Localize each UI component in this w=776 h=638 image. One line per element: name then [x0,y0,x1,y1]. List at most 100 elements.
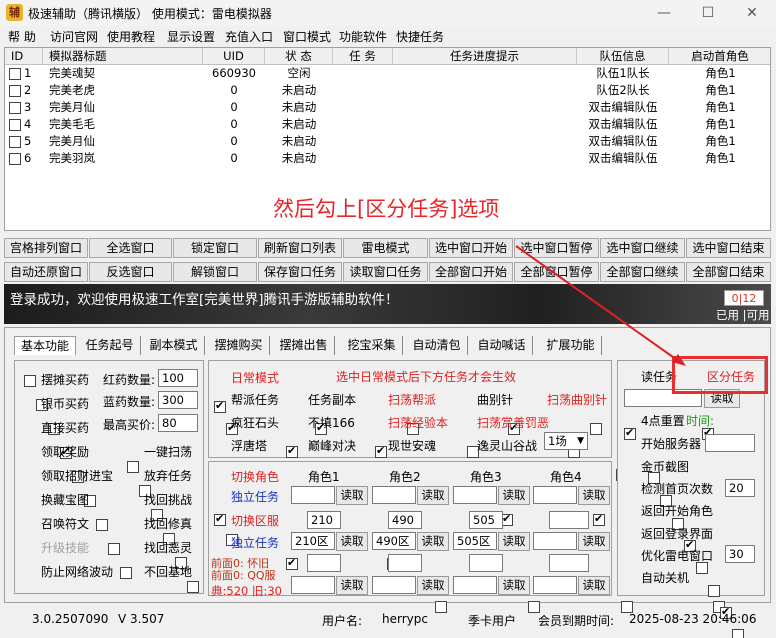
tab-1[interactable]: 任务起号 [79,336,141,355]
cell-id[interactable]: 4 [5,116,43,133]
toolbar-button[interactable]: 雷电模式 [343,238,428,258]
toolbar-button[interactable]: 全部窗口继续 [600,262,685,282]
max-price-input[interactable]: 80 [158,414,198,432]
role-4-input[interactable] [533,486,577,504]
tab-5[interactable]: 挖宝采集 [341,336,403,355]
switch-role-checkbox[interactable] [214,512,226,526]
role-4-read-button[interactable]: 读取 [578,486,610,505]
role-3-input[interactable] [453,486,497,504]
extra-3-input[interactable] [469,554,503,572]
extra-4-input[interactable] [549,554,589,572]
role-2-read-button[interactable]: 读取 [417,486,449,505]
col-title[interactable]: 模拟器标题 [43,48,203,65]
toolbar-button[interactable]: 读取窗口任务 [343,262,428,282]
basic-right-5-checkbox[interactable] [187,580,199,593]
cell-id[interactable]: 2 [5,82,43,99]
table-row[interactable]: 3 完美月仙 0 未启动 双击编辑队伍 角色1 [5,99,770,116]
back-login-checkbox[interactable] [708,584,720,597]
toolbar-button[interactable]: 保存窗口任务 [258,262,342,282]
daily-mode-checkbox[interactable] [214,399,226,413]
server-1-read-button[interactable]: 读取 [336,532,368,551]
rounds-select[interactable]: 1场 ▼ [544,432,588,450]
menu-tutorial[interactable]: 使用教程 [107,28,155,45]
role-2-input[interactable] [372,486,416,504]
toolbar-button[interactable]: 刷新窗口列表 [258,238,342,258]
daily-item-6-checkbox[interactable] [375,444,387,458]
detect-input[interactable]: 20 [725,479,755,497]
table-row[interactable]: 6 完美羽岚 0 未启动 双击编辑队伍 角色1 [5,150,770,167]
extra-3-read-button[interactable]: 读取 [498,576,530,595]
server-1-value[interactable]: 210 [307,511,341,529]
row-checkbox[interactable] [9,152,21,165]
col-role[interactable]: 启动首角色 [669,48,770,65]
toolbar-button[interactable]: 全部窗口开始 [429,262,513,282]
basic-right-0-checkbox[interactable] [127,460,139,473]
server-1-name[interactable]: 210区 [291,532,335,550]
tab-3[interactable]: 摆摊购买 [208,336,270,355]
row-checkbox[interactable] [9,135,21,148]
server-3-read-button[interactable]: 读取 [498,532,530,551]
cell-id[interactable]: 3 [5,99,43,116]
table-row[interactable]: 2 完美老虎 0 未启动 队伍2队长 角色1 [5,82,770,99]
tab-2[interactable]: 副本模式 [143,336,205,355]
maximize-button[interactable]: ☐ [686,0,730,26]
menu-software[interactable]: 功能软件 [339,28,387,45]
tab-8[interactable]: 扩展功能 [540,336,602,355]
server-3-name[interactable]: 505区 [453,532,497,550]
basic-left-0-checkbox[interactable] [24,374,36,387]
server-2-read-button[interactable]: 读取 [417,532,449,551]
col-status[interactable]: 状 态 [265,48,333,65]
toolbar-button[interactable]: 锁定窗口 [173,238,257,258]
role-3-read-button[interactable]: 读取 [498,486,530,505]
toolbar-button[interactable]: 全部窗口暂停 [514,262,599,282]
toolbar-button[interactable]: 选中窗口开始 [429,238,513,258]
tab-4[interactable]: 摆摊出售 [273,336,335,355]
extra2-4-input[interactable] [533,576,577,594]
extra-1-read-button[interactable]: 读取 [336,576,368,595]
role-1-read-button[interactable]: 读取 [336,486,368,505]
server-4-name[interactable] [533,532,577,550]
minimize-button[interactable]: — [642,0,686,26]
toolbar-button[interactable]: 反选窗口 [89,262,172,282]
tab-0[interactable]: 基本功能 [14,336,76,355]
server-2-value[interactable]: 490 [388,511,422,529]
read-task-checkbox[interactable] [624,426,636,440]
row-checkbox[interactable] [9,101,21,114]
col-uid[interactable]: UID [203,48,265,65]
tab-7[interactable]: 自动喊话 [471,336,533,355]
cell-id[interactable]: 1 [5,65,43,82]
server-4-value[interactable] [549,511,589,529]
toolbar-button[interactable]: 选中窗口继续 [600,238,685,258]
col-id[interactable]: ID [5,48,43,65]
menu-recharge[interactable]: 充值入口 [225,28,273,45]
menu-window-mode[interactable]: 窗口模式 [283,28,331,45]
toolbar-button[interactable]: 宫格排列窗口 [4,238,88,258]
menu-quick-task[interactable]: 快捷任务 [396,28,444,45]
close-button[interactable]: ✕ [730,0,774,26]
toolbar-button[interactable]: 选中窗口结束 [686,238,771,258]
extra-2-input[interactable] [388,554,422,572]
server-3-value[interactable]: 505 [469,511,503,529]
toolbar-button[interactable]: 选中窗口暂停 [514,238,599,258]
extra-4-read-button[interactable]: 读取 [578,576,610,595]
optimize-input[interactable]: 30 [725,545,755,563]
extra-1-input[interactable] [307,554,341,572]
menu-website[interactable]: 访问官网 [50,28,98,45]
menu-help[interactable]: 帮 助 [8,28,36,45]
row-checkbox[interactable] [9,118,21,131]
toolbar-button[interactable]: 解锁窗口 [173,262,257,282]
table-row[interactable]: 1 完美魂契 660930 空闲 队伍1队长 角色1 [5,65,770,82]
col-task[interactable]: 任 务 [333,48,393,65]
toolbar-button[interactable]: 自动还原窗口 [4,262,88,282]
server-2-name[interactable]: 490区 [372,532,416,550]
daily-item-4-checkbox[interactable] [590,422,602,435]
toolbar-button[interactable]: 全部窗口结束 [686,262,771,282]
tab-6[interactable]: 自动清包 [406,336,468,355]
col-team[interactable]: 队伍信息 [577,48,669,65]
basic-left-7-checkbox[interactable] [108,542,120,555]
toolbar-button[interactable]: 全选窗口 [89,238,172,258]
server-4-read-button[interactable]: 读取 [578,532,610,551]
daily-item-5-checkbox[interactable] [286,444,298,458]
extra-2-read-button[interactable]: 读取 [417,576,449,595]
blue-potion-input[interactable]: 300 [158,391,198,409]
